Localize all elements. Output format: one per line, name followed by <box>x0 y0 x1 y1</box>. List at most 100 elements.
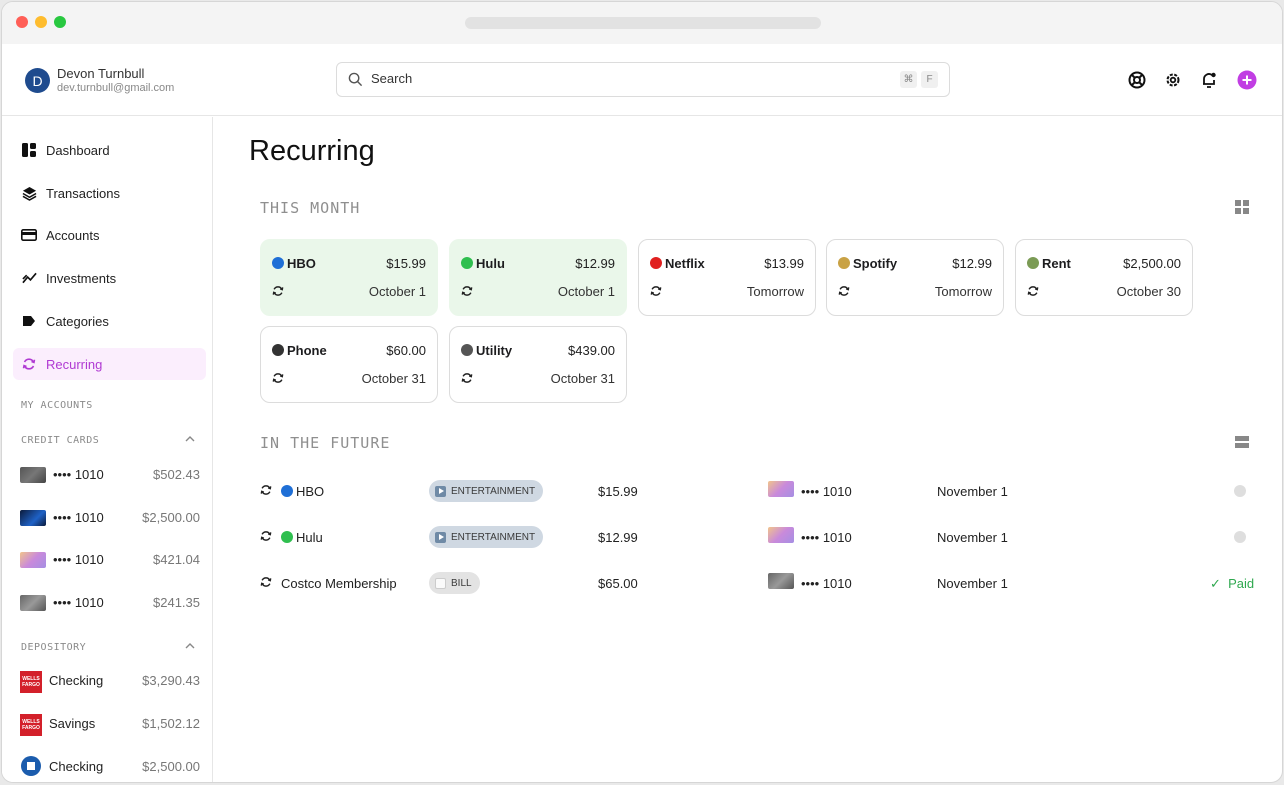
grid-view-icon[interactable] <box>1235 200 1249 214</box>
app-header: D Devon Turnbull dev.turnbull@gmail.com … <box>2 44 1282 116</box>
account-balance: $421.04 <box>153 552 200 567</box>
nav-item-categories[interactable]: Categories <box>13 305 206 337</box>
account-label: •••• 1010 <box>53 595 104 610</box>
row-amount: $65.00 <box>598 576 638 591</box>
shortcut-key-cmd: ⌘ <box>900 71 917 88</box>
card-thumbnail <box>768 527 794 543</box>
card-amount: $12.99 <box>952 256 992 271</box>
list-view-icon[interactable] <box>1235 436 1249 448</box>
depository-label: DEPOSITORY <box>21 642 87 653</box>
support-icon[interactable] <box>1126 69 1148 91</box>
recurring-card-rent[interactable]: Rent $2,500.00 October 30 <box>1015 239 1193 316</box>
future-row[interactable]: Costco Membership BILL $65.00 •••• 1010 Nove… <box>260 569 1260 599</box>
chevron-up-icon[interactable] <box>185 435 195 443</box>
row-amount: $15.99 <box>598 484 638 499</box>
row-name: HBO <box>281 484 324 499</box>
row-date: November 1 <box>937 484 1008 499</box>
card-name: Phone <box>272 343 327 358</box>
card-date: October 31 <box>550 371 615 386</box>
credit-card-account[interactable]: •••• 1010 $241.35 <box>20 591 200 615</box>
recurring-card-hbo[interactable]: HBO $15.99 October 1 <box>260 239 438 316</box>
nav-item-transactions[interactable]: Transactions <box>13 177 206 209</box>
nav-label: Recurring <box>46 356 103 372</box>
search-bar[interactable]: ⌘ F <box>336 62 950 97</box>
service-icon <box>272 257 284 269</box>
wells-fargo-logo: WELLS FARGO <box>20 671 42 693</box>
search-input[interactable] <box>371 71 771 86</box>
nav-item-accounts[interactable]: Accounts <box>13 219 206 251</box>
recurring-card-utility[interactable]: Utility $439.00 October 31 <box>449 326 627 403</box>
category-badge[interactable]: ENTERTAINMENT <box>429 526 544 548</box>
pending-status-indicator[interactable] <box>1234 531 1246 543</box>
card-name: Hulu <box>461 256 505 271</box>
card-date: Tomorrow <box>746 284 804 299</box>
card-thumbnail <box>20 595 46 611</box>
card-amount: $13.99 <box>764 256 804 271</box>
notifications-icon[interactable] <box>1198 69 1220 91</box>
depository-account[interactable]: WELLS FARGO Savings $1,502.12 <box>20 712 200 736</box>
trend-icon <box>21 270 37 286</box>
depository-account[interactable]: WELLS FARGO Checking $3,290.43 <box>20 669 200 693</box>
row-date: November 1 <box>937 576 1008 591</box>
nav-label: Categories <box>46 313 109 329</box>
shortcut-key-f: F <box>921 71 938 88</box>
pending-status-indicator[interactable] <box>1234 485 1246 497</box>
recurring-card-phone[interactable]: Phone $60.00 October 31 <box>260 326 438 403</box>
nav-label: Transactions <box>46 185 120 201</box>
card-thumbnail <box>768 481 794 497</box>
card-thumbnail <box>768 573 794 589</box>
nav-item-dashboard[interactable]: Dashboard <box>13 134 206 166</box>
card-amount: $15.99 <box>386 256 426 271</box>
service-icon <box>650 257 662 269</box>
nav-label: Investments <box>46 270 117 286</box>
category-badge[interactable]: ENTERTAINMENT <box>429 480 544 502</box>
card-amount: $12.99 <box>575 256 615 271</box>
play-icon <box>435 531 446 543</box>
recurring-icon <box>461 284 473 302</box>
account-balance: $1,502.12 <box>142 716 200 731</box>
avatar[interactable]: D <box>25 68 50 93</box>
recurring-icon <box>260 484 272 499</box>
card-thumbnail <box>20 510 46 526</box>
nav-label: Accounts <box>46 227 100 243</box>
account-label: •••• 1010 <box>53 552 104 567</box>
recurring-icon <box>21 356 37 372</box>
nav-label: Dashboard <box>46 142 110 158</box>
nav-item-recurring[interactable]: Recurring <box>13 348 206 380</box>
sidebar: Dashboard Transactions Accounts Investme… <box>2 117 213 782</box>
depository-account[interactable]: Checking $2,500.00 <box>20 755 200 779</box>
layers-icon <box>21 185 37 201</box>
settings-icon[interactable] <box>1162 69 1184 91</box>
app-window: D Devon Turnbull dev.turnbull@gmail.com … <box>1 1 1283 783</box>
service-icon <box>1027 257 1039 269</box>
credit-card-account[interactable]: •••• 1010 $421.04 <box>20 548 200 572</box>
search-icon <box>348 72 363 87</box>
account-balance: $502.43 <box>153 467 200 482</box>
recurring-card-spotify[interactable]: Spotify $12.99 Tomorrow <box>826 239 1004 316</box>
row-account: •••• 1010 <box>801 484 852 499</box>
nav-item-investments[interactable]: Investments <box>13 262 206 294</box>
minimize-window-button[interactable] <box>35 16 47 28</box>
close-window-button[interactable] <box>16 16 28 28</box>
future-row[interactable]: HBO ENTERTAINMENT $15.99 •••• 1010 November … <box>260 477 1260 507</box>
recurring-card-netflix[interactable]: Netflix $13.99 Tomorrow <box>638 239 816 316</box>
maximize-window-button[interactable] <box>54 16 66 28</box>
recurring-card-hulu[interactable]: Hulu $12.99 October 1 <box>449 239 627 316</box>
category-badge[interactable]: BILL <box>429 572 480 594</box>
row-name: Costco Membership <box>281 576 397 591</box>
chase-logo <box>21 756 41 776</box>
address-bar[interactable] <box>465 17 821 29</box>
credit-card-account[interactable]: •••• 1010 $502.43 <box>20 463 200 487</box>
card-date: Tomorrow <box>934 284 992 299</box>
titlebar <box>2 2 1282 44</box>
card-date: October 1 <box>368 284 426 299</box>
card-thumbnail <box>20 552 46 568</box>
account-balance: $2,500.00 <box>142 759 200 774</box>
credit-card-account[interactable]: •••• 1010 $2,500.00 <box>20 506 200 530</box>
card-name: Rent <box>1027 256 1071 271</box>
chevron-up-icon[interactable] <box>185 642 195 650</box>
future-row[interactable]: Hulu ENTERTAINMENT $12.99 •••• 1010 November… <box>260 523 1260 553</box>
recurring-icon <box>260 530 272 545</box>
add-icon[interactable] <box>1236 69 1258 91</box>
card-thumbnail <box>20 467 46 483</box>
